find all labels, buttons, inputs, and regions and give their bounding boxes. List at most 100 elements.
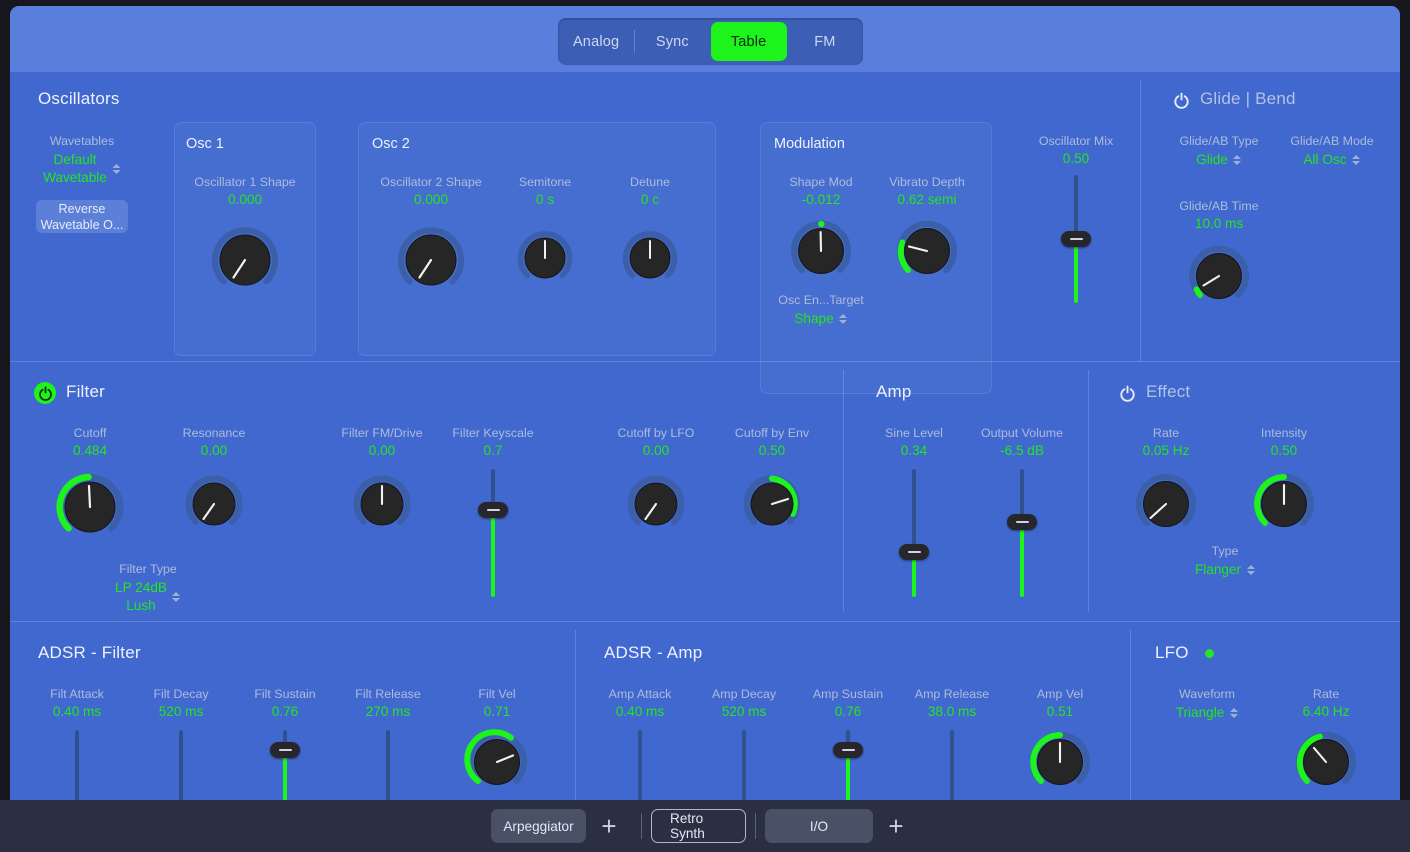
output-volume-slider-thumb[interactable] xyxy=(1007,514,1037,530)
filt-vel-knob[interactable] xyxy=(463,728,531,796)
oscillator-mode-selector[interactable]: Analog Sync Table FM xyxy=(558,18,863,65)
lfo-rate-knob[interactable] xyxy=(1292,728,1360,796)
filt-decay-slider[interactable] xyxy=(166,730,196,804)
filter-type-label: Filter Type xyxy=(119,562,177,576)
add-right-button[interactable]: + xyxy=(873,809,919,843)
amp-sustain-slider[interactable] xyxy=(833,730,863,804)
reverse-wavetable-line1: Reverse xyxy=(59,201,106,217)
lfo-rate-label: Rate xyxy=(1313,687,1339,701)
filter-keyscale-slider-thumb[interactable] xyxy=(478,502,508,518)
retro-synth-button[interactable]: Retro Synth xyxy=(651,809,746,843)
effect-type-dropdown[interactable]: Flanger xyxy=(1175,561,1275,579)
cutoff-by-lfo-label: Cutoff by LFO xyxy=(618,426,695,440)
filter-type-dropdown[interactable]: LP 24dB Lush xyxy=(98,579,198,615)
divider-amp-effect xyxy=(1088,370,1089,612)
lfo-rate-value: 6.40 Hz xyxy=(1303,704,1350,719)
output-volume-value: -6.5 dB xyxy=(1000,443,1044,458)
osc1-title: Osc 1 xyxy=(186,136,224,152)
io-button[interactable]: I/O xyxy=(765,809,873,843)
mode-button-fm[interactable]: FM xyxy=(787,18,863,65)
chevron-updown-icon xyxy=(1246,563,1255,578)
oscillator-mix-slider-thumb[interactable] xyxy=(1061,231,1091,247)
effect-intensity-knob[interactable] xyxy=(1250,470,1318,538)
filter-keyscale-slider[interactable] xyxy=(478,469,508,597)
effect-rate-label: Rate xyxy=(1153,426,1179,440)
glide-bend-power-button[interactable] xyxy=(1170,89,1192,111)
osc2-shape-knob[interactable] xyxy=(393,222,469,298)
mode-button-table[interactable]: Table xyxy=(711,22,787,61)
filt-vel-label: Filt Vel xyxy=(478,687,515,701)
filter-fm-drive-label: Filter FM/Drive xyxy=(341,426,422,440)
glide-mode-value: All Osc xyxy=(1303,151,1346,169)
mode-button-sync[interactable]: Sync xyxy=(634,18,710,65)
filt-attack-label: Filt Attack xyxy=(50,687,104,701)
section-title-glide-bend: Glide | Bend xyxy=(1200,89,1296,109)
filter-fm-drive-knob[interactable] xyxy=(350,472,414,536)
osc-env-target-dropdown[interactable]: Shape xyxy=(776,310,866,328)
plugin-window: Analog Sync Table FM Oscillators Wavetab… xyxy=(10,6,1400,804)
osc2-shape-value: 0.000 xyxy=(414,192,448,207)
osc2-semitone-knob[interactable] xyxy=(514,227,576,289)
bottom-toolbar: Arpeggiator + Retro Synth I/O + xyxy=(0,800,1410,852)
osc2-detune-knob[interactable] xyxy=(619,227,681,289)
sine-level-slider-thumb[interactable] xyxy=(899,544,929,560)
panel-body: Oscillators Wavetables Default Wavetable… xyxy=(10,72,1400,804)
filter-power-button[interactable] xyxy=(34,382,56,404)
amp-release-value: 38.0 ms xyxy=(928,704,976,719)
filter-fm-drive-value: 0.00 xyxy=(369,443,395,458)
lfo-waveform-label: Waveform xyxy=(1179,687,1235,701)
glide-time-label: Glide/AB Time xyxy=(1179,199,1258,213)
lfo-waveform-dropdown[interactable]: Triangle xyxy=(1157,704,1257,722)
osc1-shape-value: 0.000 xyxy=(228,192,262,207)
filt-sustain-slider[interactable] xyxy=(270,730,300,804)
filt-attack-slider[interactable] xyxy=(62,730,92,804)
amp-decay-label: Amp Decay xyxy=(712,687,776,701)
effect-rate-knob[interactable] xyxy=(1132,470,1200,538)
amp-release-slider[interactable] xyxy=(937,730,967,804)
filt-release-slider[interactable] xyxy=(373,730,403,804)
chevron-updown-icon xyxy=(172,590,181,605)
amp-vel-knob[interactable] xyxy=(1026,728,1094,796)
reverse-wavetable-button[interactable]: Reverse Wavetable O... xyxy=(36,200,128,233)
cutoff-by-env-knob[interactable] xyxy=(740,472,804,536)
effect-intensity-label: Intensity xyxy=(1261,426,1307,440)
osc2-semitone-value: 0 s xyxy=(536,192,554,207)
amp-attack-slider[interactable] xyxy=(625,730,655,804)
output-volume-slider[interactable] xyxy=(1007,469,1037,597)
cutoff-by-lfo-knob[interactable] xyxy=(624,472,688,536)
chevron-updown-icon xyxy=(1233,153,1242,168)
shape-mod-knob[interactable] xyxy=(787,217,855,285)
filt-sustain-slider-thumb[interactable] xyxy=(270,742,300,758)
mode-button-analog[interactable]: Analog xyxy=(558,18,634,65)
amp-vel-label: Amp Vel xyxy=(1037,687,1083,701)
divider-filter-adsr xyxy=(10,621,1400,622)
osc1-shape-label: Oscillator 1 Shape xyxy=(194,175,295,189)
effect-intensity-value: 0.50 xyxy=(1271,443,1297,458)
add-left-button[interactable]: + xyxy=(586,809,632,843)
filter-type-value-line2: Lush xyxy=(115,597,167,615)
glide-mode-dropdown[interactable]: All Osc xyxy=(1287,151,1377,169)
effect-power-button[interactable] xyxy=(1116,382,1138,404)
filt-sustain-value: 0.76 xyxy=(272,704,298,719)
osc2-semitone-label: Semitone xyxy=(519,175,571,189)
vibrato-depth-knob[interactable] xyxy=(893,217,961,285)
filter-type-value-line1: LP 24dB xyxy=(115,579,167,597)
filter-keyscale-label: Filter Keyscale xyxy=(452,426,533,440)
amp-sustain-slider-thumb[interactable] xyxy=(833,742,863,758)
filter-keyscale-value: 0.7 xyxy=(484,443,503,458)
wavetables-dropdown[interactable]: Default Wavetable xyxy=(25,151,140,187)
filt-decay-label: Filt Decay xyxy=(153,687,208,701)
arpeggiator-button[interactable]: Arpeggiator xyxy=(491,809,586,843)
oscillator-mix-slider[interactable] xyxy=(1061,175,1091,303)
effect-rate-value: 0.05 Hz xyxy=(1143,443,1190,458)
chevron-updown-icon xyxy=(1229,706,1238,721)
sine-level-slider[interactable] xyxy=(899,469,929,597)
section-title-adsr-filter: ADSR - Filter xyxy=(38,643,141,663)
cutoff-knob[interactable] xyxy=(52,469,128,545)
resonance-knob[interactable] xyxy=(182,472,246,536)
osc1-shape-knob[interactable] xyxy=(207,222,283,298)
glide-time-knob[interactable] xyxy=(1185,242,1253,310)
glide-type-dropdown[interactable]: Glide xyxy=(1174,151,1264,169)
section-title-effect: Effect xyxy=(1146,382,1190,402)
amp-decay-slider[interactable] xyxy=(729,730,759,804)
